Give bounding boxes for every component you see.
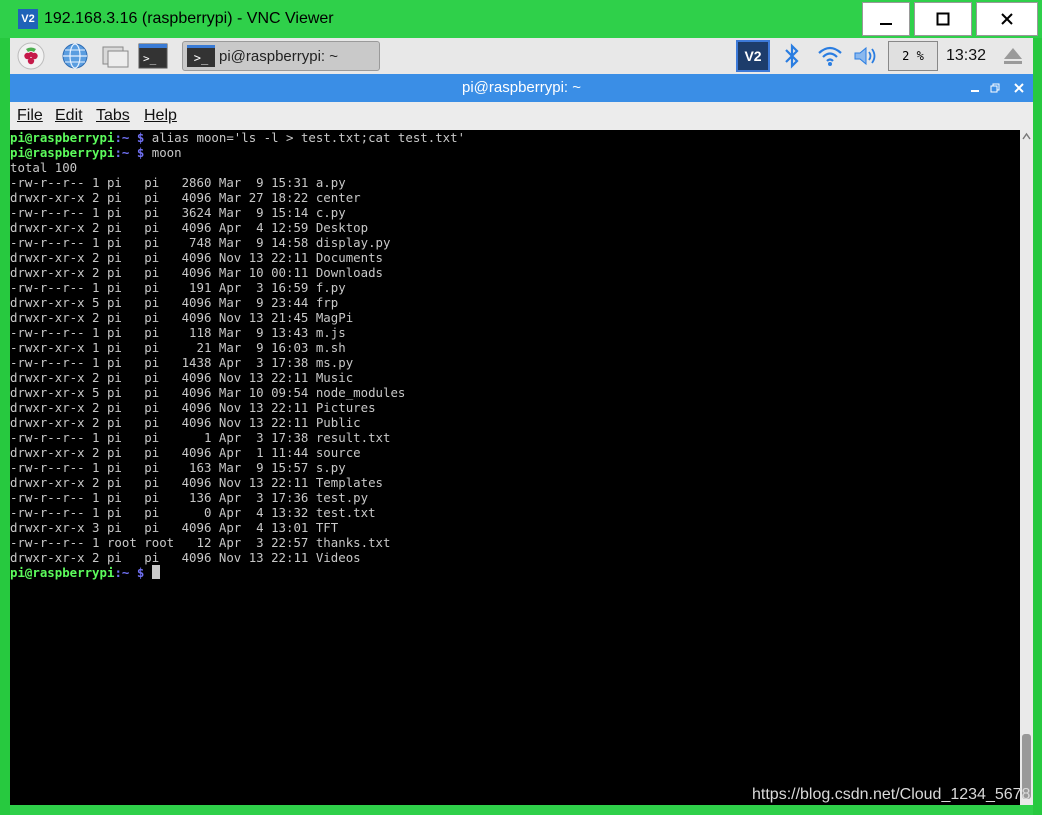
svg-text:>_: >_ (143, 52, 157, 65)
scroll-up-icon[interactable] (1022, 132, 1031, 141)
listing-row: drwxr-xr-x 5 pi pi 4096 Mar 9 23:44 frp (10, 295, 339, 310)
minimize-icon (971, 90, 979, 92)
window-titlebar[interactable]: V2 192.168.3.16 (raspberrypi) - VNC View… (0, 0, 1042, 38)
terminal-title: pi@raspberrypi: ~ (461, 79, 582, 96)
vnc-server-tray-icon[interactable]: V2 (736, 40, 770, 72)
listing-row: -rwxr-xr-x 1 pi pi 21 Mar 9 16:03 m.sh (10, 340, 346, 355)
terminal-task-icon: >_ (187, 45, 215, 67)
terminal-text: pi@raspberrypi:~ $ alias moon='ls -l > t… (10, 130, 465, 580)
listing-row: drwxr-xr-x 2 pi pi 4096 Nov 13 22:11 Pic… (10, 400, 376, 415)
menu-edit-label: Edit (55, 107, 83, 124)
total-line: total 100 (10, 160, 78, 175)
terminal-scrollbar[interactable] (1020, 130, 1033, 805)
listing-row: drwxr-xr-x 3 pi pi 4096 Apr 4 13:01 TFT (10, 520, 339, 535)
window-title: 192.168.3.16 (raspberrypi) - VNC Viewer (44, 10, 334, 27)
vnc-viewer-window: V2 192.168.3.16 (raspberrypi) - VNC View… (0, 0, 1042, 815)
terminal-minimize-button[interactable] (965, 78, 985, 98)
listing-row: -rw-r--r-- 1 pi pi 191 Apr 3 16:59 f.py (10, 280, 346, 295)
web-browser-icon[interactable] (60, 41, 90, 71)
close-icon (1001, 13, 1013, 25)
terminal-close-button[interactable] (1009, 78, 1029, 98)
command-line: pi@raspberrypi:~ $ alias moon='ls -l > t… (10, 130, 466, 145)
menu-file-label: File (17, 107, 43, 124)
maximize-icon (936, 12, 950, 26)
cpu-usage-monitor[interactable]: 2 % (888, 41, 938, 71)
vnc-logo-icon: V2 (18, 9, 38, 29)
task-label: pi@raspberrypi: ~ (219, 47, 339, 65)
listing-row: drwxr-xr-x 2 pi pi 4096 Nov 13 22:11 Doc… (10, 250, 383, 265)
raspberry-pi-taskbar: >_ >_ pi@raspberrypi: ~ V2 2 % 13:32 (10, 38, 1033, 75)
listing-row: -rw-r--r-- 1 root root 12 Apr 3 22:57 th… (10, 535, 391, 550)
eject-icon[interactable] (1002, 46, 1024, 66)
clock[interactable]: 13:32 (946, 47, 986, 65)
terminal-task-button[interactable]: >_ pi@raspberrypi: ~ (182, 41, 380, 71)
menu-tabs[interactable]: Tabs (96, 107, 130, 125)
terminal-maximize-button[interactable] (985, 78, 1005, 98)
listing-row: -rw-r--r-- 1 pi pi 2860 Mar 9 15:31 a.py (10, 175, 346, 190)
listing-row: drwxr-xr-x 2 pi pi 4096 Apr 1 11:44 sour… (10, 445, 361, 460)
listing-row: -rw-r--r-- 1 pi pi 163 Mar 9 15:57 s.py (10, 460, 346, 475)
minimize-icon (880, 23, 892, 25)
menu-edit[interactable]: Edit (55, 107, 83, 125)
menu-help-label: Help (144, 107, 177, 124)
text-cursor (151, 565, 160, 579)
restore-icon (990, 83, 1000, 93)
terminal-launcher-icon[interactable]: >_ (138, 41, 168, 71)
listing-row: drwxr-xr-x 2 pi pi 4096 Mar 27 18:22 cen… (10, 190, 361, 205)
menu-file[interactable]: File (17, 107, 43, 125)
listing-row: -rw-r--r-- 1 pi pi 748 Mar 9 14:58 displ… (10, 235, 391, 250)
listing-row: drwxr-xr-x 2 pi pi 4096 Nov 13 22:11 Pub… (10, 415, 361, 430)
window-bottom-border (10, 805, 1033, 815)
terminal-output[interactable]: pi@raspberrypi:~ $ alias moon='ls -l > t… (10, 130, 1020, 805)
close-button[interactable] (976, 2, 1038, 36)
listing-row: -rw-r--r-- 1 pi pi 1 Apr 3 17:38 result.… (10, 430, 391, 445)
listing-row: drwxr-xr-x 2 pi pi 4096 Nov 13 21:45 Mag… (10, 310, 354, 325)
menu-tabs-label: Tabs (96, 107, 130, 124)
listing-row: drwxr-xr-x 2 pi pi 4096 Apr 4 12:59 Desk… (10, 220, 369, 235)
file-manager-icon[interactable] (100, 41, 130, 71)
prompt-line: pi@raspberrypi:~ $ (10, 565, 465, 580)
listing-row: -rw-r--r-- 1 pi pi 136 Apr 3 17:36 test.… (10, 490, 369, 505)
listing-row: -rw-r--r-- 1 pi pi 118 Mar 9 13:43 m.js (10, 325, 346, 340)
terminal-titlebar[interactable]: pi@raspberrypi: ~ (10, 74, 1033, 102)
close-icon (1014, 83, 1024, 93)
terminal-menubar: File Edit Tabs Help (10, 102, 1033, 130)
raspberry-menu-icon[interactable] (16, 41, 46, 71)
listing-row: -rw-r--r-- 1 pi pi 1438 Apr 3 17:38 ms.p… (10, 355, 354, 370)
command-line: pi@raspberrypi:~ $ moon (10, 145, 182, 160)
volume-icon[interactable] (852, 42, 880, 70)
minimize-button[interactable] (862, 2, 910, 36)
listing-row: drwxr-xr-x 5 pi pi 4096 Mar 10 09:54 nod… (10, 385, 406, 400)
listing-row: drwxr-xr-x 2 pi pi 4096 Nov 13 22:11 Mus… (10, 370, 354, 385)
wifi-icon[interactable] (816, 42, 844, 70)
listing-row: drwxr-xr-x 2 pi pi 4096 Nov 13 22:11 Tem… (10, 475, 383, 490)
maximize-button[interactable] (914, 2, 972, 36)
watermark-url: https://blog.csdn.net/Cloud_1234_5678 (752, 786, 1031, 803)
menu-help[interactable]: Help (144, 107, 177, 125)
listing-row: drwxr-xr-x 2 pi pi 4096 Nov 13 22:11 Vid… (10, 550, 361, 565)
listing-row: -rw-r--r-- 1 pi pi 3624 Mar 9 15:14 c.py (10, 205, 346, 220)
listing-row: drwxr-xr-x 2 pi pi 4096 Mar 10 00:11 Dow… (10, 265, 383, 280)
listing-row: -rw-r--r-- 1 pi pi 0 Apr 4 13:32 test.tx… (10, 505, 376, 520)
bluetooth-icon[interactable] (778, 42, 806, 70)
